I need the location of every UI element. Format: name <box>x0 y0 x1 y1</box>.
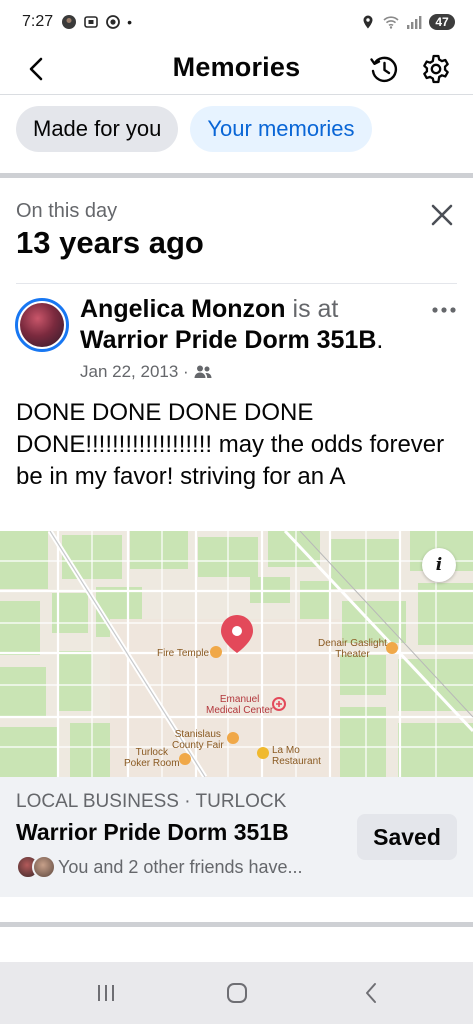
recent-apps-icon <box>98 985 114 1001</box>
status-right: 47 <box>360 14 455 30</box>
status-left: 7:27 • <box>22 13 132 31</box>
memory-years-ago: 13 years ago <box>16 225 204 260</box>
post-header: Angelica Monzon is at Warrior Pride Dorm… <box>80 294 420 356</box>
settings-button[interactable] <box>417 50 455 88</box>
wifi-icon <box>383 16 399 29</box>
card-divider <box>16 283 457 284</box>
business-category: LOCAL BUSINESS · TURLOCK <box>16 791 287 812</box>
close-icon <box>431 204 453 226</box>
tab-made-for-you[interactable]: Made for you <box>16 106 179 152</box>
post-meta: Jan 22, 2013 · <box>80 362 213 382</box>
post-author[interactable]: Angelica Monzon <box>80 295 286 323</box>
back-arrow-icon <box>29 57 43 81</box>
map-label-turlock-poker-room: Turlock Poker Room <box>124 747 180 769</box>
record-icon <box>106 15 121 29</box>
back-button[interactable] <box>20 52 54 86</box>
status-dot: • <box>127 14 133 30</box>
signal-icon <box>407 16 422 29</box>
close-memory-button[interactable] <box>423 196 461 234</box>
business-friends: You and 2 other friends have... <box>16 855 303 879</box>
map-label-la-mo-restaurant: La Mo Restaurant <box>272 745 321 767</box>
home-icon <box>227 983 247 1003</box>
memories-filter-tabs: Made for you Your memories <box>16 106 372 152</box>
header-divider <box>0 94 473 95</box>
status-notification-icons: • <box>61 14 132 30</box>
screenshot-icon <box>84 16 98 28</box>
post-period: . <box>376 326 384 354</box>
back-icon <box>366 983 376 1003</box>
friend-avatar <box>32 855 56 879</box>
memories-history-button[interactable] <box>365 50 403 88</box>
map-label-emanuel-medical-center: Emanuel Medical Center <box>206 694 274 716</box>
avatar-notification-icon <box>62 15 77 29</box>
avatar-image <box>20 303 64 347</box>
section-separator-bottom <box>0 922 473 927</box>
saved-button[interactable]: Saved <box>357 814 457 860</box>
post-is-at: is at <box>285 295 339 323</box>
location-map[interactable]: Fire Temple Denair Gaslight Theater Eman… <box>0 531 473 777</box>
post-more-button[interactable] <box>428 296 460 324</box>
avatar[interactable] <box>15 298 69 352</box>
friends-icon <box>194 365 212 378</box>
home-button[interactable] <box>217 978 257 1008</box>
section-separator <box>0 173 473 178</box>
battery-icon: 47 <box>429 14 455 30</box>
memory-label: On this day <box>16 200 118 222</box>
business-friends-text: You and 2 other friends have... <box>58 856 303 877</box>
location-icon <box>363 15 373 29</box>
post-place[interactable]: Warrior Pride Dorm 351B <box>80 326 376 354</box>
history-clock-icon <box>370 56 398 83</box>
tab-your-memories[interactable]: Your memories <box>190 106 372 152</box>
more-dots-icon <box>432 307 456 313</box>
post-text: DONE DONE DONE DONE DONE!!!!!!!!!!!!!!!!… <box>16 399 445 490</box>
status-bar: 7:27 • 47 <box>0 0 473 44</box>
system-back-button[interactable] <box>351 978 391 1008</box>
system-nav-bar <box>0 962 473 1024</box>
map-label-fire-temple: Fire Temple <box>157 648 210 659</box>
status-time: 7:27 <box>22 13 54 30</box>
map-label-denair-gaslight-theater: Denair Gaslight Theater <box>318 638 387 660</box>
business-name[interactable]: Warrior Pride Dorm 351B <box>16 819 289 846</box>
header: Memories <box>0 44 473 94</box>
post-date[interactable]: Jan 22, 2013 · <box>80 362 189 382</box>
map-label-stanislaus-county-fair: Stanislaus County Fair <box>172 729 224 751</box>
recent-apps-button[interactable] <box>86 978 126 1008</box>
map-graphic <box>0 531 473 777</box>
settings-gear-icon <box>423 54 449 84</box>
map-info-button[interactable]: i <box>422 548 456 582</box>
